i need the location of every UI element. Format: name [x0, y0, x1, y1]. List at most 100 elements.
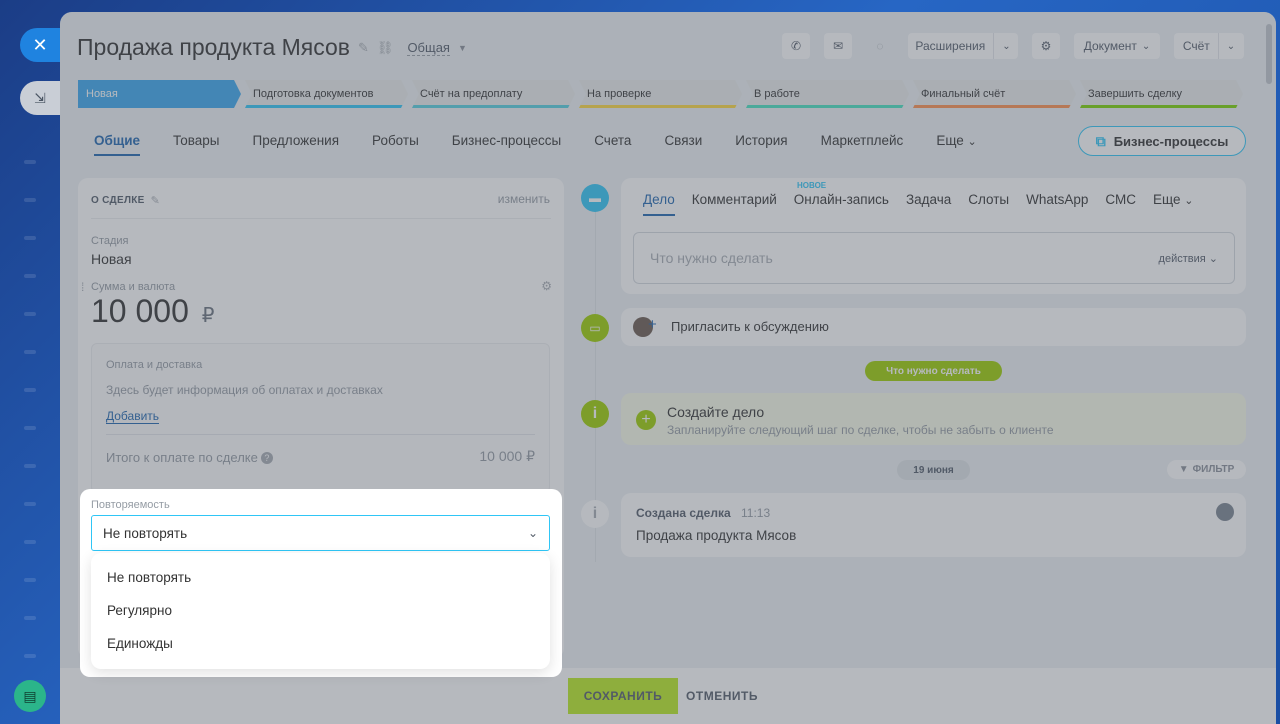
mail-icon: ✉: [832, 39, 844, 53]
total-label: Итого к оплате по сделке ?: [106, 450, 273, 465]
tab-links[interactable]: Связи: [664, 133, 702, 156]
chat-icon: ▭: [589, 321, 601, 335]
settings-button[interactable]: ⚙: [1032, 33, 1060, 59]
stage-final-invoice[interactable]: Финальный счёт: [913, 80, 1076, 108]
chat-button[interactable]: ◌: [866, 33, 894, 59]
rail-item: [24, 540, 36, 544]
edit-link[interactable]: изменить: [498, 192, 550, 206]
stage-prepay[interactable]: Счёт на предоплату: [412, 80, 575, 108]
invoice-button[interactable]: Счёт ⌄: [1174, 33, 1244, 59]
created-label: Создана сделка: [636, 506, 731, 520]
activity-tab-booking[interactable]: Онлайн-запись: [794, 192, 889, 216]
deal-tabs: Общие Товары Предложения Роботы Бизнес-п…: [94, 133, 977, 156]
timeline-todo-marker: ▬: [581, 184, 609, 212]
payment-title: Оплата и доставка: [106, 359, 203, 371]
save-button[interactable]: СОХРАНИТЬ: [568, 678, 678, 714]
drag-handle-icon[interactable]: ⁞: [81, 280, 84, 294]
close-slider-button[interactable]: ✕: [20, 28, 60, 62]
stage-finish[interactable]: Завершить сделку: [1080, 80, 1243, 108]
business-processes-button[interactable]: ⧉ Бизнес-процессы: [1078, 126, 1246, 156]
phone-icon: ✆: [790, 39, 802, 53]
repeat-option-none[interactable]: Не повторять: [91, 561, 550, 594]
activity-tab-whatsapp[interactable]: WhatsApp: [1026, 192, 1088, 216]
activity-tab-more[interactable]: Еще ⌄: [1153, 192, 1193, 216]
help-icon[interactable]: ?: [260, 451, 273, 464]
stage-new[interactable]: Новая: [78, 80, 241, 108]
tab-more-label: Еще: [936, 133, 964, 148]
rail-item: [24, 502, 36, 506]
cancel-button[interactable]: ОТМЕНИТЬ: [684, 678, 760, 714]
todo-input[interactable]: Что нужно сделать действия ⌄: [633, 232, 1235, 284]
email-button[interactable]: ✉: [824, 33, 852, 59]
activity-tab-sms[interactable]: СМС: [1105, 192, 1136, 216]
info-icon: i: [592, 505, 598, 522]
stage-label: Подготовка документов: [253, 88, 374, 100]
page-title: Продажа продукта Мясов: [77, 34, 351, 60]
chevron-down-icon: ⌄: [1141, 40, 1151, 52]
stage-label: Новая: [86, 88, 118, 100]
scrollbar[interactable]: [1266, 24, 1272, 84]
activity-tab-more-label: Еще: [1153, 192, 1181, 207]
gear-icon[interactable]: ⚙: [541, 279, 552, 293]
timeline-info-marker: i: [581, 400, 609, 428]
todo-actions-menu[interactable]: действия ⌄: [1159, 252, 1218, 265]
tab-offers[interactable]: Предложения: [253, 133, 340, 156]
rail-item: [24, 274, 36, 278]
about-header: О СДЕЛКЕ ✎: [91, 194, 160, 207]
tab-invoices[interactable]: Счета: [594, 133, 631, 156]
chevron-down-icon: ⌄: [993, 33, 1018, 59]
created-deal-name[interactable]: Продажа продукта Мясов: [636, 528, 796, 543]
create-task-subtitle: Запланируйте следующий шаг по сделке, чт…: [667, 423, 1054, 437]
new-badge: НОВОЕ: [797, 181, 827, 190]
call-button[interactable]: ✆: [782, 33, 810, 59]
stage-docs[interactable]: Подготовка документов: [245, 80, 408, 108]
amount-value[interactable]: 10 000 ₽: [91, 293, 215, 330]
rail-item: [24, 312, 36, 316]
stage-field-value[interactable]: Новая: [91, 251, 132, 267]
invite-discussion[interactable]: + Пригласить к обсуждению: [621, 308, 1246, 346]
repeat-option-regular[interactable]: Регулярно: [91, 594, 550, 627]
filter-button[interactable]: ▼ ФИЛЬТР: [1167, 460, 1246, 479]
add-task-button[interactable]: +: [636, 410, 656, 430]
activity-tab-comment[interactable]: Комментарий: [692, 192, 777, 216]
tab-history[interactable]: История: [735, 133, 787, 156]
tab-marketplace[interactable]: Маркетплейс: [821, 133, 904, 156]
category-selector[interactable]: Общая: [407, 40, 450, 56]
activity-tab-task[interactable]: Задача: [906, 192, 951, 216]
repeat-select[interactable]: Не повторять ⌄: [91, 515, 550, 551]
repeat-label: Повторяемость: [91, 499, 170, 511]
avatar[interactable]: [1216, 503, 1234, 521]
rail-item: [24, 464, 36, 468]
minimize-slider-button[interactable]: ⇲: [20, 81, 60, 115]
about-title: О СДЕЛКЕ: [91, 195, 145, 206]
extensions-button[interactable]: Расширения ⌄: [908, 33, 1018, 59]
tab-general[interactable]: Общие: [94, 133, 140, 156]
pencil-icon[interactable]: ✎: [151, 194, 160, 207]
printer-button[interactable]: ▤: [14, 680, 46, 712]
minimize-icon: ⇲: [34, 89, 46, 106]
stage-review[interactable]: На проверке: [579, 80, 742, 108]
tab-robots[interactable]: Роботы: [372, 133, 419, 156]
stage-color-bar: [579, 105, 742, 108]
stage-in-progress[interactable]: В работе: [746, 80, 909, 108]
chevron-down-icon: ⌄: [1217, 33, 1243, 59]
currency-symbol: ₽: [201, 305, 215, 327]
tab-more[interactable]: Еще ⌄: [936, 133, 976, 156]
tab-products[interactable]: Товары: [173, 133, 219, 156]
stage-field-label: Стадия: [91, 235, 129, 247]
tab-business-processes[interactable]: Бизнес-процессы: [452, 133, 561, 156]
stage-color-bar: [746, 105, 909, 108]
repeat-dropdown-menu: Не повторять Регулярно Единожды: [91, 553, 550, 669]
info-icon: i: [592, 405, 598, 422]
stage-label: Финальный счёт: [921, 88, 1006, 100]
activity-tab-slots[interactable]: Слоты: [968, 192, 1009, 216]
activity-tab-todo[interactable]: Дело: [643, 192, 675, 216]
repeat-option-once[interactable]: Единожды: [91, 627, 550, 660]
plus-icon: +: [648, 316, 657, 333]
document-button[interactable]: Документ ⌄: [1074, 33, 1160, 59]
link-icon[interactable]: ⛓: [377, 40, 394, 56]
funnel-icon: ▼: [1178, 464, 1189, 475]
left-rail: ✕ ⇲ ▤: [0, 0, 60, 724]
pencil-icon[interactable]: ✎: [358, 40, 369, 56]
add-payment-link[interactable]: Добавить: [106, 409, 160, 424]
